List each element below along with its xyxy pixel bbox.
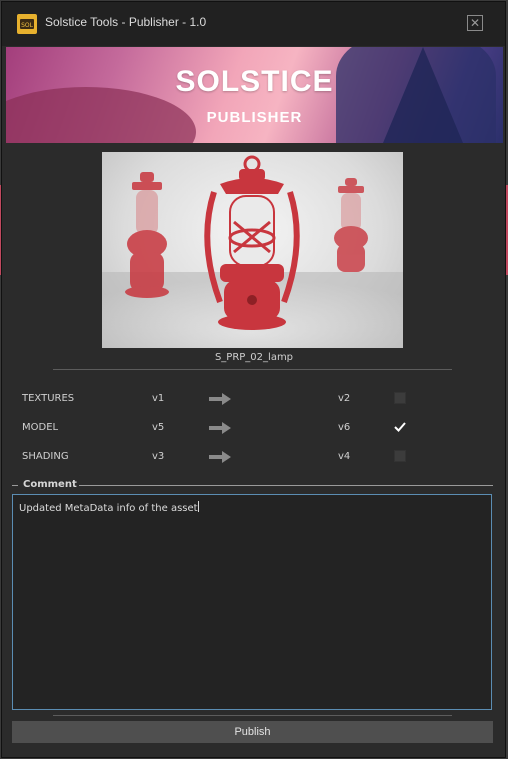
comment-textarea[interactable]: Updated MetaData info of the asset [12,494,492,710]
component-row-model: MODEL v5 v6 [0,418,508,438]
current-version: v3 [152,451,165,462]
publish-checkbox-model[interactable] [394,421,406,433]
solstice-app-icon: SOL [17,14,37,34]
logo-title: SOLSTICE [175,65,334,98]
component-name: SHADING [22,451,69,462]
component-name: TEXTURES [22,393,75,404]
arrow-right-icon [209,451,231,466]
title-bar[interactable]: SOL Solstice Tools - Publisher - 1.0 ✕ [2,2,505,46]
groupbox-border [74,485,493,486]
current-version: v1 [152,393,165,404]
comment-label: Comment [21,479,79,490]
checkmark-icon [394,422,406,432]
current-version: v5 [152,422,165,433]
new-version: v2 [338,393,351,404]
new-version: v6 [338,422,351,433]
publish-checkbox-shading[interactable] [394,450,406,462]
asset-name-label: S_PRP_02_lamp [214,352,294,363]
new-version: v4 [338,451,351,462]
svg-text:SOL: SOL [21,22,34,29]
groupbox-border [12,485,18,486]
arrow-right-icon [209,422,231,437]
window-title: Solstice Tools - Publisher - 1.0 [45,15,207,29]
component-row-textures: TEXTURES v1 v2 [0,389,508,409]
divider [53,715,452,716]
divider [53,369,452,370]
publish-button[interactable]: Publish [12,721,493,743]
close-icon[interactable]: ✕ [467,15,483,31]
arrow-right-icon [209,393,231,408]
comment-text: Updated MetaData info of the asset [19,503,198,514]
logo-subtitle: PUBLISHER [206,109,303,126]
publish-checkbox-textures[interactable] [394,392,406,404]
component-row-shading: SHADING v3 v4 [0,447,508,467]
component-name: MODEL [22,422,59,433]
text-cursor [197,501,199,512]
publisher-banner: SOLSTICE PUBLISHER [6,47,503,143]
asset-preview-image [102,152,403,348]
